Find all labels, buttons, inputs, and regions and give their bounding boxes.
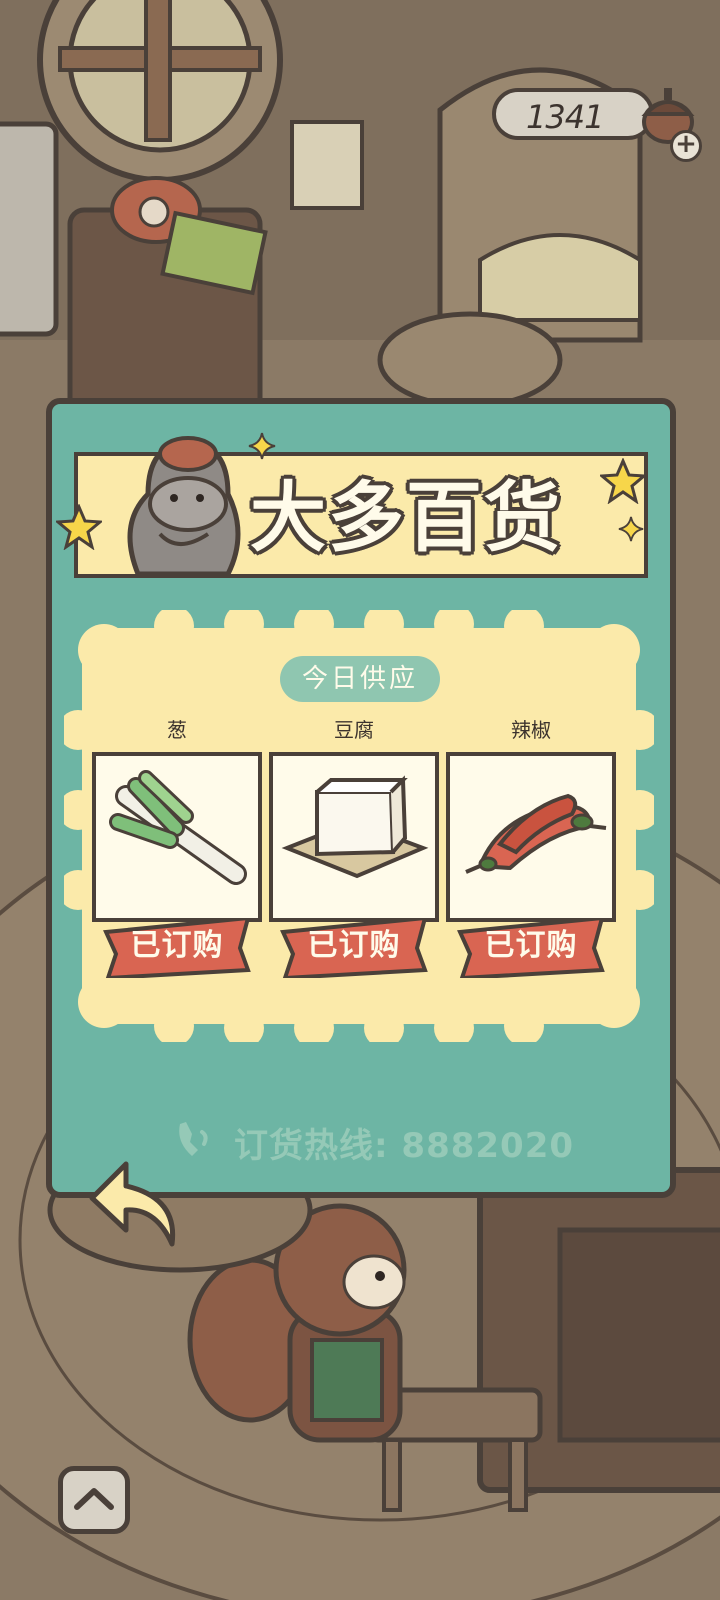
chevron-up-icon bbox=[74, 1488, 114, 1510]
ordered-label: 已订购 bbox=[130, 928, 224, 963]
sparkle-icon bbox=[248, 432, 276, 460]
sparkle-icon bbox=[618, 516, 644, 542]
ordered-badge-chili: 已订购 bbox=[456, 918, 606, 978]
item-card-tofu[interactable] bbox=[269, 752, 439, 922]
item-name-green-onion: 葱 bbox=[167, 718, 187, 742]
hippo-shopkeeper-icon bbox=[127, 436, 241, 577]
item-name-tofu: 豆腐 bbox=[334, 718, 374, 742]
chili-pepper-icon bbox=[465, 793, 607, 874]
ordered-badge-green-onion: 已订购 bbox=[102, 918, 252, 978]
todays-supply-label: 今日供应 bbox=[280, 656, 440, 702]
ordered-label: 已订购 bbox=[484, 928, 578, 963]
shop-title: 大多百货 bbox=[250, 473, 562, 562]
expand-up-button[interactable] bbox=[58, 1466, 130, 1534]
green-onion-icon bbox=[109, 770, 247, 885]
coin-counter: 1341 bbox=[492, 88, 654, 140]
star-icon bbox=[56, 504, 102, 550]
coin-count: 1341 bbox=[526, 98, 604, 136]
add-coins-button[interactable]: + bbox=[670, 130, 702, 162]
tofu-icon bbox=[281, 775, 429, 879]
ordered-label: 已订购 bbox=[307, 928, 401, 963]
item-card-green-onion[interactable] bbox=[92, 752, 262, 922]
item-card-chili[interactable] bbox=[446, 752, 616, 922]
star-icon bbox=[600, 458, 646, 504]
back-arrow-button[interactable] bbox=[86, 1158, 182, 1250]
phone-icon bbox=[179, 1122, 208, 1156]
item-name-chili: 辣椒 bbox=[511, 718, 551, 742]
ordered-badge-tofu: 已订购 bbox=[279, 918, 429, 978]
order-hotline: 订货热线: 8882020 bbox=[234, 1126, 575, 1166]
